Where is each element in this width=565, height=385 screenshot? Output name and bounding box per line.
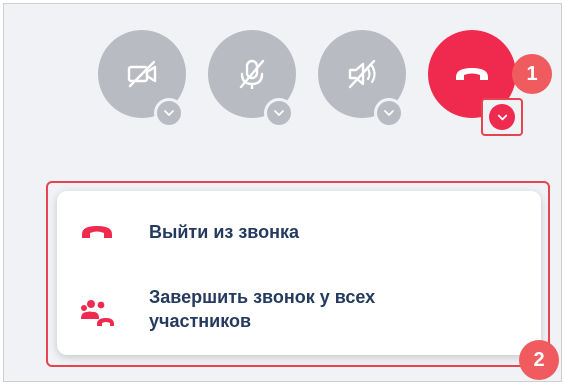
menu-item-label: Выйти из звонка [149, 222, 299, 242]
hangup-options-circle [489, 104, 515, 130]
callout-badge-1: 1 [512, 54, 552, 94]
hangup-options-button[interactable] [481, 98, 523, 136]
menu-item-label-line-1: Завершить звонок у всех [149, 287, 376, 307]
speaker-options-button[interactable] [374, 98, 404, 128]
menu-item-leave-call[interactable]: Выйти из звонка [57, 215, 541, 249]
chevron-down-icon [164, 110, 174, 116]
microphone-off-icon [239, 59, 265, 89]
camera-options-button[interactable] [154, 98, 184, 128]
people-hangup-icon [79, 297, 115, 327]
chevron-down-icon [497, 114, 507, 120]
speaker-off-icon [348, 59, 376, 89]
callout-badge-2: 2 [519, 340, 559, 380]
menu-item-label-line-2: участников [149, 311, 252, 331]
phone-hangup-icon [79, 217, 115, 247]
menu-item-label: Завершить звонок у всех участников [149, 285, 375, 333]
camera-off-icon [127, 60, 157, 88]
chevron-down-icon [384, 110, 394, 116]
hangup-menu: Выйти из звонка Завершить звонок у всех … [57, 191, 541, 355]
menu-item-end-call-for-all[interactable]: Завершить звонок у всех участников [57, 285, 541, 337]
phone-hangup-icon [456, 68, 488, 80]
chevron-down-icon [274, 110, 284, 116]
microphone-options-button[interactable] [264, 98, 294, 128]
